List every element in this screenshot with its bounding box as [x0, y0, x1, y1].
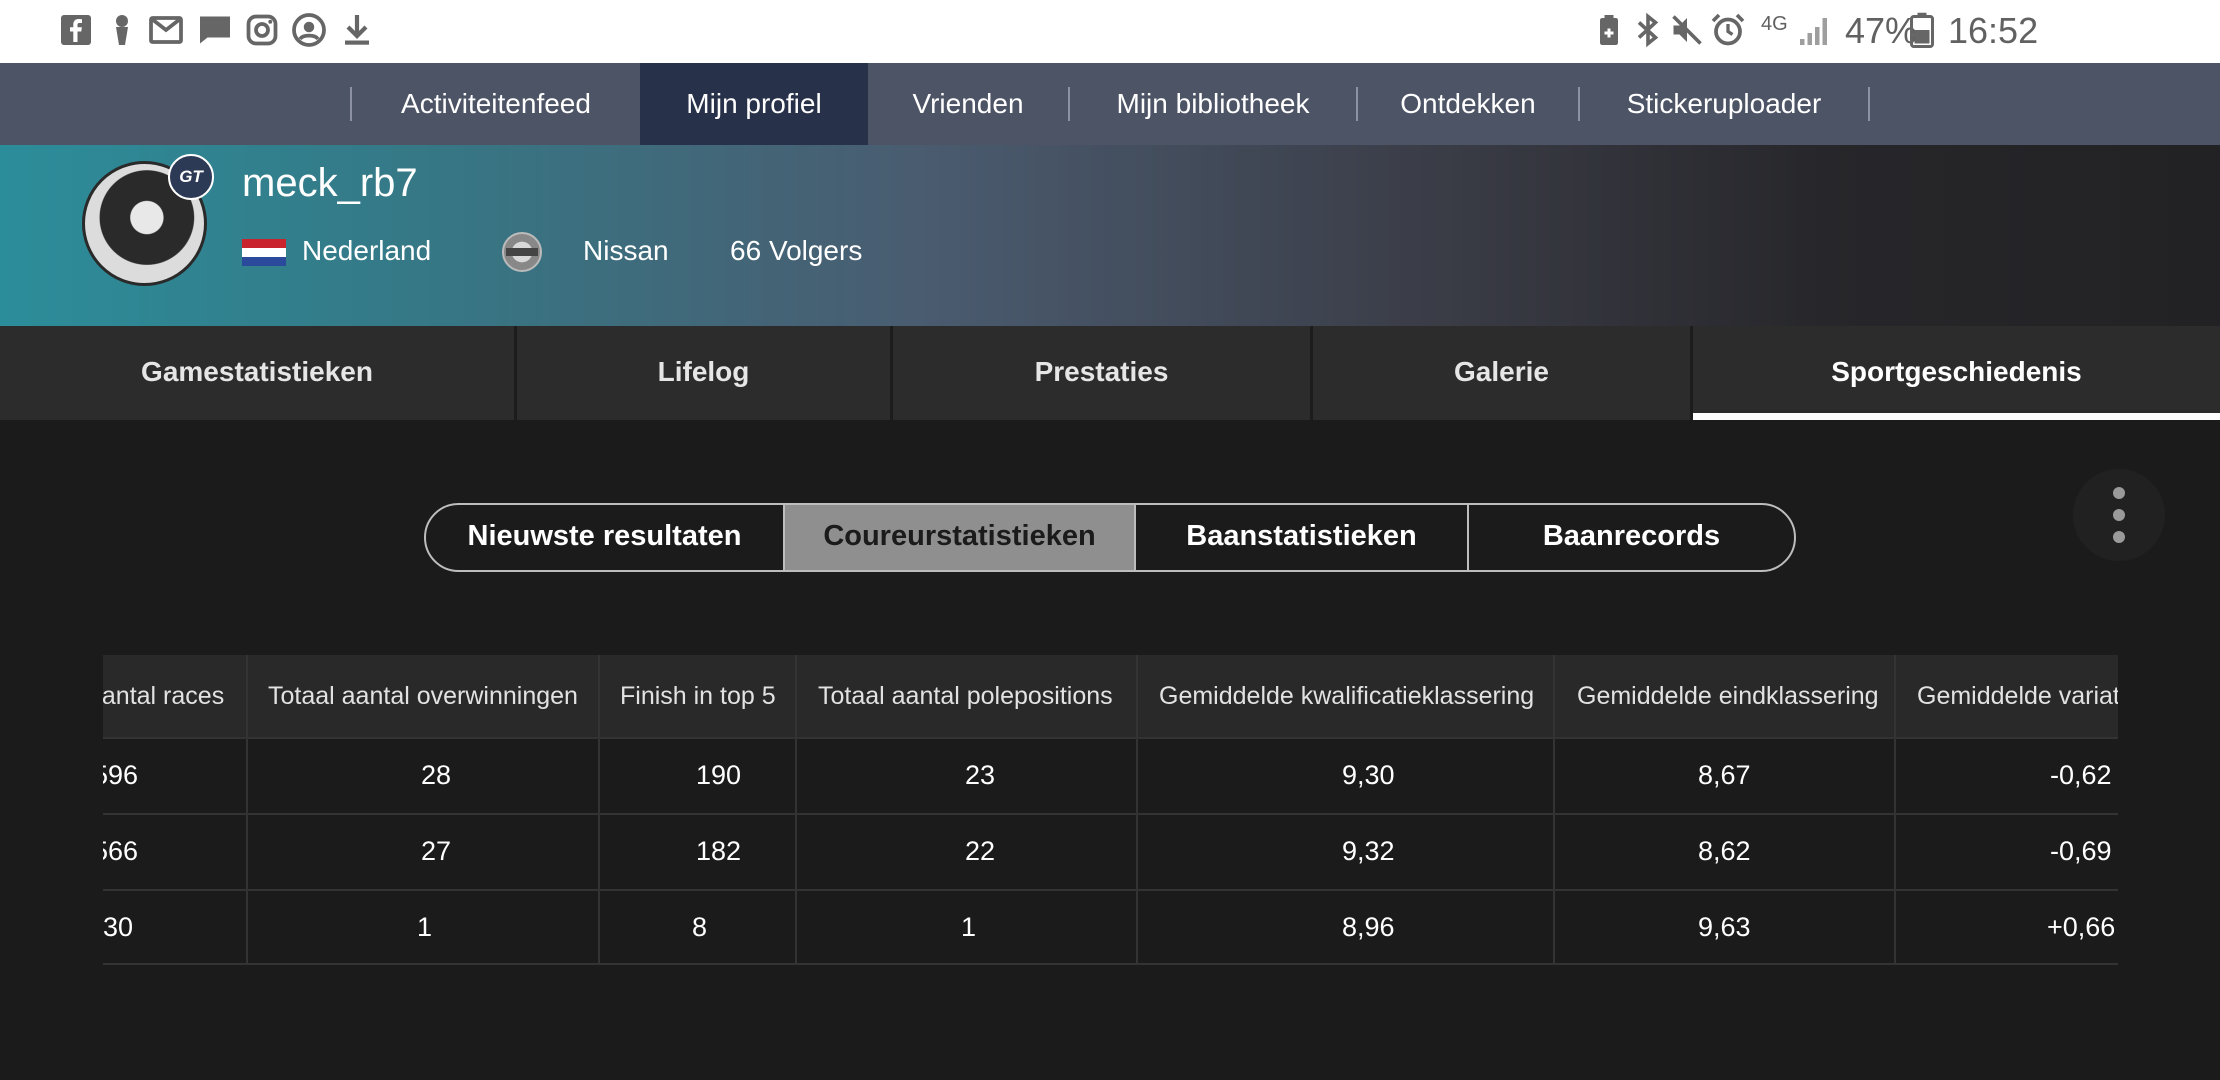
subtab-driver-statistics[interactable]: Coureurstatistieken	[785, 505, 1134, 570]
profile-banner: GT meck_rb7 Nederland Nissan 66 Volgers	[0, 145, 2220, 326]
column-header: Gemiddelde eindklassering	[1577, 682, 1879, 710]
table-cell: 1	[961, 912, 977, 942]
tab-gallery[interactable]: Galerie	[1313, 326, 1690, 420]
table-cell: +0,66	[2047, 912, 2116, 942]
table-row: 566 27 182 22 9,32 8,62 -0,69	[103, 813, 2118, 889]
location-pin-icon	[104, 12, 140, 48]
subtab-track-statistics[interactable]: Baanstatistieken	[1136, 505, 1467, 570]
table-cell: 23	[965, 760, 996, 790]
column-header: Totaal aantal polepositions	[818, 682, 1113, 710]
country-name: Nederland	[302, 235, 432, 266]
row-divider	[103, 963, 2118, 965]
nav-item-activity-feed[interactable]: Activiteitenfeed	[352, 63, 640, 145]
gmail-icon	[148, 12, 184, 48]
table-cell: 8,96	[1342, 912, 1395, 942]
more-vert-icon	[2113, 531, 2125, 543]
table-cell: 8,62	[1698, 836, 1751, 866]
table-cell: 28	[421, 760, 452, 790]
network-type: 4G	[1761, 13, 1788, 35]
row-divider	[103, 813, 2118, 815]
top-navigation: Activiteitenfeed Mijn profiel Vrienden M…	[0, 63, 2220, 145]
table-cell: 8,67	[1698, 760, 1751, 790]
more-vert-icon	[2113, 487, 2125, 499]
tab-sport-history[interactable]: Sportgeschiedenis	[1693, 326, 2220, 420]
username: meck_rb7	[242, 161, 418, 205]
table-cell: -0,62	[2050, 760, 2112, 790]
chat-bubble-icon	[197, 12, 233, 48]
table-header: aantal races Totaal aantal overwinningen…	[103, 655, 2118, 737]
favorite-brand: Nissan	[583, 235, 669, 266]
nissan-logo-icon	[502, 232, 542, 272]
table-cell: 27	[421, 836, 452, 866]
tab-achievements[interactable]: Prestaties	[893, 326, 1310, 420]
column-divider	[1136, 655, 1138, 965]
followers-link[interactable]: 66 Volgers	[730, 235, 862, 267]
table-cell: 9,32	[1342, 836, 1395, 866]
row-divider	[103, 737, 2118, 739]
bluetooth-icon	[1630, 12, 1666, 48]
table-cell: 22	[965, 836, 996, 866]
alarm-icon	[1710, 12, 1746, 48]
table-cell: 1	[417, 912, 433, 942]
nav-item-my-library[interactable]: Mijn bibliotheek	[1070, 63, 1356, 145]
nav-item-sticker-uploader[interactable]: Stickeruploader	[1580, 63, 1868, 145]
nav-item-friends[interactable]: Vrienden	[868, 63, 1068, 145]
account-circle-icon	[291, 12, 327, 48]
signal-icon	[1797, 12, 1833, 48]
row-divider	[103, 889, 2118, 891]
nav-item-my-profile[interactable]: Mijn profiel	[640, 63, 868, 145]
battery-percent: 47%	[1845, 10, 1918, 51]
column-header: aantal races	[103, 682, 225, 710]
column-header: Gemiddelde kwalificatieklassering	[1159, 682, 1535, 710]
table-cell: 9,63	[1698, 912, 1751, 942]
instagram-icon	[244, 12, 280, 48]
column-divider	[1894, 655, 1896, 965]
table-cell: 9,30	[1342, 760, 1395, 790]
followers-label: Volgers	[768, 235, 863, 266]
column-header: Finish in top 5	[620, 682, 776, 710]
subtab-latest-results[interactable]: Nieuwste resultaten	[426, 505, 783, 570]
more-vert-icon	[2113, 509, 2125, 521]
more-options-button[interactable]	[2073, 469, 2165, 561]
nav-divider	[1868, 87, 1870, 121]
driver-stats-table[interactable]: aantal races Totaal aantal overwinningen…	[103, 655, 2118, 965]
column-header: Totaal aantal overwinningen	[268, 682, 578, 710]
tab-game-statistics[interactable]: Gamestatistieken	[0, 326, 514, 420]
column-divider	[246, 655, 248, 965]
profile-tabs: Gamestatistieken Lifelog Prestaties Gale…	[0, 326, 2220, 420]
table-cell: 182	[696, 836, 742, 866]
table-row: 30 1 8 1 8,96 9,63 +0,66	[103, 889, 2118, 965]
battery-saver-icon	[1591, 12, 1627, 48]
table-cell: 190	[696, 760, 742, 790]
table-row: 596 28 190 23 9,30 8,67 -0,62	[103, 737, 2118, 813]
gt-badge: GT	[168, 154, 214, 200]
column-divider	[598, 655, 600, 965]
column-divider	[1553, 655, 1555, 965]
facebook-icon	[58, 12, 94, 48]
table-cell: 8	[692, 912, 708, 942]
clock: 16:52	[1948, 10, 2039, 51]
table-cell: 596	[103, 760, 139, 790]
status-bar: 4G 47% 16:52	[0, 0, 2220, 63]
sub-tabs: Nieuwste resultaten Coureurstatistieken …	[424, 503, 1796, 572]
followers-count: 66	[730, 235, 762, 266]
battery-icon	[1910, 12, 1934, 48]
subtab-track-records[interactable]: Baanrecords	[1469, 505, 1794, 570]
table-cell: -0,69	[2050, 836, 2112, 866]
table-cell: 30	[103, 912, 134, 942]
column-header: Gemiddelde variat	[1917, 682, 2118, 710]
column-divider	[795, 655, 797, 965]
netherlands-flag-icon	[242, 239, 286, 266]
mute-icon	[1669, 12, 1705, 48]
download-icon	[339, 12, 375, 48]
nav-item-discover[interactable]: Ontdekken	[1358, 63, 1578, 145]
table-cell: 566	[103, 836, 139, 866]
tab-lifelog[interactable]: Lifelog	[517, 326, 890, 420]
